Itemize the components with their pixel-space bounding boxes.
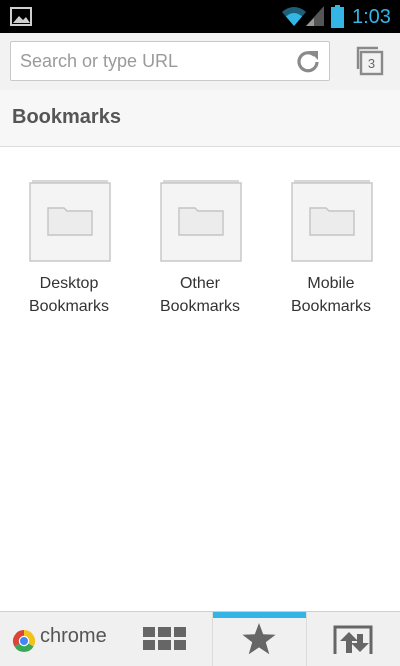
- status-bar: 1:03: [0, 0, 400, 33]
- battery-icon: [331, 5, 344, 28]
- folder-icon: [291, 180, 373, 262]
- bottom-navigation-bar: chrome: [0, 611, 400, 666]
- most-visited-button[interactable]: [118, 612, 212, 666]
- active-tab-indicator: [213, 612, 306, 618]
- search-input[interactable]: [20, 42, 290, 80]
- folder-label: Other Bookmarks: [159, 275, 241, 315]
- page-title: Bookmarks: [12, 106, 121, 128]
- omnibox[interactable]: [10, 41, 330, 81]
- folder-label: Desktop Bookmarks: [28, 275, 110, 315]
- browser-toolbar: 3: [0, 33, 400, 90]
- other-devices-icon: [333, 625, 373, 654]
- tab-switcher-button[interactable]: 3: [351, 41, 391, 81]
- bookmarks-button[interactable]: [213, 612, 306, 666]
- other-devices-button[interactable]: [307, 612, 400, 666]
- bookmarks-header: Bookmarks: [0, 90, 400, 147]
- wifi-icon: [282, 7, 306, 26]
- bookmarks-star-icon: [242, 623, 276, 655]
- most-visited-icon: [143, 627, 186, 650]
- tab-count: 3: [367, 56, 376, 71]
- folder-icon: [29, 180, 111, 262]
- chrome-wordmark: chrome: [40, 625, 107, 647]
- reload-icon[interactable]: [293, 47, 323, 75]
- folder-label: Mobile Bookmarks: [290, 275, 372, 315]
- folder-desktop-bookmarks[interactable]: Desktop Bookmarks: [4, 180, 134, 330]
- chrome-logo-icon: [12, 630, 36, 653]
- folder-mobile-bookmarks[interactable]: Mobile Bookmarks: [266, 180, 396, 330]
- signal-icon: [306, 6, 324, 26]
- folder-other-bookmarks[interactable]: Other Bookmarks: [135, 180, 265, 330]
- gallery-notification-icon: [10, 7, 32, 26]
- folder-icon: [160, 180, 242, 262]
- clock: 1:03: [352, 6, 391, 28]
